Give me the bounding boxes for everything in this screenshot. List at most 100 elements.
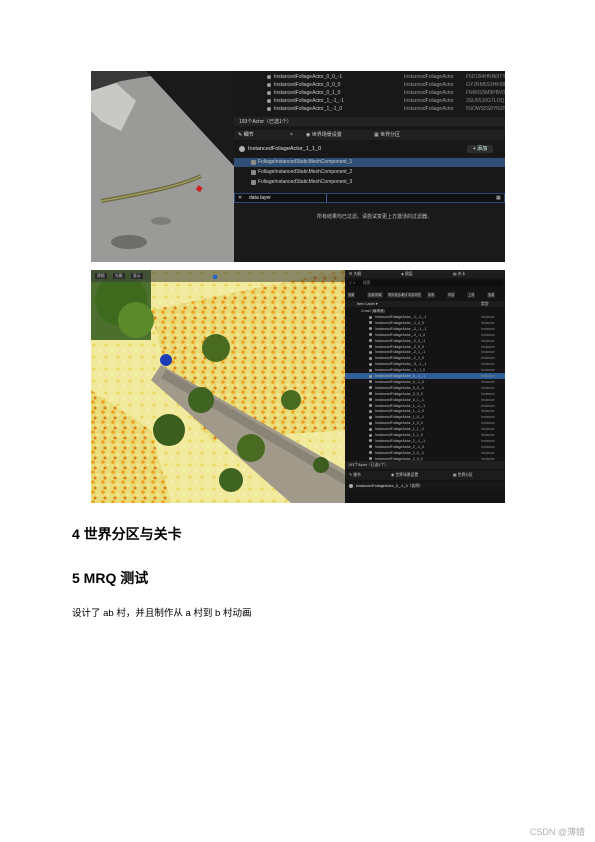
actor-icon bbox=[369, 345, 372, 348]
mesh-component-icon bbox=[251, 160, 256, 165]
transform-tool-icon[interactable] bbox=[213, 275, 217, 279]
search-bar[interactable]: ✕ data layer ▦ bbox=[234, 193, 505, 203]
tab-layers-label: 图层 bbox=[404, 272, 413, 276]
text-cursor bbox=[326, 194, 327, 202]
search-input[interactable]: data layer bbox=[249, 194, 271, 202]
outliner-search[interactable]: ▽ ⌕ 搜索 bbox=[347, 280, 503, 286]
actor-icon bbox=[369, 339, 372, 343]
actor-icon bbox=[369, 398, 372, 402]
actor-icon bbox=[369, 457, 372, 461]
tab-world-settings[interactable]: ◉ 世界场景设置 bbox=[306, 131, 342, 139]
outliner-row[interactable]: InstancedFoliageActor_0_0_0 InstancedFoli… bbox=[234, 81, 505, 89]
actor-icon bbox=[369, 362, 372, 366]
actor-icon bbox=[267, 91, 271, 95]
tab-levels[interactable]: ▤ 关卡 bbox=[453, 271, 465, 277]
bottom-tab-bar: ✎ 细节 ◉ 世界场景设置 ▦ 世界分区 bbox=[345, 471, 505, 480]
selected-actor-row[interactable]: InstancedFoliageActor_0_-1_0（实例） bbox=[345, 482, 505, 491]
actor-icon bbox=[369, 451, 372, 455]
actor-icon bbox=[369, 445, 372, 449]
actor-icon bbox=[369, 415, 372, 419]
actor-icon bbox=[369, 439, 372, 443]
row-id: F5D1B4HNN6ITYI bbox=[466, 74, 505, 80]
actor-icon bbox=[369, 315, 372, 319]
actor-icon bbox=[369, 409, 372, 413]
row-name: InstancedFoliageActor_1_-1_0 bbox=[274, 106, 343, 112]
tab-outliner[interactable]: ☰ 大纲 bbox=[349, 271, 361, 277]
grid-view-icon[interactable]: ▦ bbox=[496, 194, 501, 202]
component-row[interactable]: FoliageInstancedStaticMeshComponent_3 bbox=[234, 178, 505, 187]
actor-count-bar: 193个Actor（已选1个） bbox=[345, 461, 505, 469]
filter-chip[interactable]: 工具 bbox=[467, 292, 476, 298]
outliner-details-panel: InstancedFoliageActor_0_0_-1 InstancedFol… bbox=[234, 71, 505, 262]
tab-details[interactable]: ✎ 细节 bbox=[349, 472, 361, 478]
tab-outliner-label: 大纲 bbox=[353, 272, 362, 276]
row-name: InstancedFoliageActor_0_1_0 bbox=[274, 90, 341, 96]
add-component-button[interactable]: + 添加 bbox=[467, 145, 493, 153]
filter-chip[interactable]: 内容浏览 bbox=[407, 292, 422, 298]
filter-icon[interactable]: ▽ ⌕ bbox=[349, 280, 355, 286]
tab-world-partition-label: 世界分区 bbox=[380, 132, 401, 138]
foliage-scene-image bbox=[91, 270, 345, 503]
actor-icon bbox=[369, 368, 372, 372]
viewport-toolbar-button[interactable]: 光照 bbox=[113, 273, 125, 279]
component-row[interactable]: FoliageInstancedStaticMeshComponent_1 bbox=[234, 158, 505, 167]
screenshot-foliage-scene: 透视 光照 显示 ☰ 大纲 ◈ 图层 ▤ 关卡 ▽ ⌕ 搜索 设置 加载/卸载 同步激活… bbox=[91, 270, 505, 503]
search-placeholder: 搜索 bbox=[363, 281, 371, 285]
filter-chip[interactable]: 同步激活/取消 bbox=[387, 292, 410, 298]
actor-icon bbox=[267, 83, 271, 87]
section-heading-5: 5 MRQ 测试 bbox=[72, 570, 149, 586]
actor-icon bbox=[369, 356, 372, 360]
row-type: InstancedFoliageActor bbox=[404, 90, 454, 96]
filter-chip[interactable]: 实例 bbox=[427, 292, 436, 298]
row-name: InstancedFoliageActor_0_0_0 bbox=[274, 82, 341, 88]
filter-chip[interactable]: 内容 bbox=[447, 292, 456, 298]
row-type: InstancedFoliageActor bbox=[404, 74, 454, 80]
clear-search-icon[interactable]: ✕ bbox=[238, 194, 242, 202]
tab-world-partition-label: 世界分区 bbox=[457, 473, 473, 477]
actor-icon bbox=[349, 484, 353, 488]
item-label-header[interactable]: Item Label ▾ bbox=[357, 301, 378, 307]
actor-icon bbox=[369, 333, 372, 337]
selected-actor-name: InstancedFoliageActor_0_-1_0（实例） bbox=[356, 484, 423, 488]
tab-world-settings[interactable]: ◉ 世界场景设置 bbox=[391, 472, 418, 478]
tab-layers[interactable]: ◈ 图层 bbox=[401, 271, 413, 277]
actor-icon bbox=[239, 146, 245, 152]
actor-icon bbox=[369, 433, 372, 437]
actor-icon bbox=[369, 350, 372, 354]
close-tab-icon[interactable]: × bbox=[290, 131, 293, 139]
viewport-toolbar-button[interactable]: 显示 bbox=[131, 273, 143, 279]
outliner-row[interactable]: InstancedFoliageActor_0_0_-1 InstancedFol… bbox=[234, 73, 505, 81]
outliner-row[interactable]: InstancedFoliageActor_0_1_0 InstancedFoli… bbox=[234, 89, 505, 97]
row-id: GY2RM5S3HK6B bbox=[466, 82, 505, 88]
component-row[interactable]: FoliageInstancedStaticMeshComponent_2 bbox=[234, 168, 505, 177]
actor-icon bbox=[369, 404, 372, 407]
selected-actor-name: InstancedFoliageActor_1_1_0 bbox=[248, 146, 322, 152]
filter-chip[interactable]: 加载 bbox=[487, 292, 496, 298]
outliner-row[interactable]: InstancedFoliageActor_1_-1_0 InstancedFol… bbox=[234, 105, 505, 113]
watermark: CSDN @薄婧 bbox=[529, 827, 585, 837]
tab-details[interactable]: ✎ 细节 bbox=[238, 131, 254, 139]
actor-icon bbox=[369, 327, 372, 331]
viewport-toolbar-button[interactable]: 透视 bbox=[95, 273, 107, 279]
row-name: InstancedFoliageActor_0_0_-1 bbox=[274, 74, 343, 80]
outliner-row[interactable]: InstancedFoliageActor_1_-1_-1 InstancedFo… bbox=[234, 97, 505, 105]
row-type: InstancedFoliageActor bbox=[404, 98, 454, 104]
tab-world-settings-label: 世界场景设置 bbox=[311, 132, 342, 138]
column-header: Item Label ▾ 类型 bbox=[345, 301, 505, 307]
row-type: InstancedFoliageActor bbox=[404, 106, 454, 112]
section-heading-4: 4 世界分区与关卡 bbox=[72, 526, 182, 542]
filter-chip[interactable]: 设置 bbox=[347, 292, 356, 298]
panel-tab-bar: ☰ 大纲 ◈ 图层 ▤ 关卡 bbox=[345, 270, 505, 278]
mesh-component-icon bbox=[251, 170, 256, 175]
row-name: InstancedFoliageActor_1_-1_-1 bbox=[274, 98, 344, 104]
details-empty-area: 所有结果均已过滤。请尝试变更上方激活的过滤器。 bbox=[234, 203, 505, 262]
row-id: 3SU0SJ0G7LOQ bbox=[466, 98, 505, 104]
type-header[interactable]: 类型 bbox=[481, 301, 489, 307]
actor-icon bbox=[369, 380, 372, 384]
component-name: FoliageInstancedStaticMeshComponent_1 bbox=[258, 159, 353, 165]
tab-world-partition[interactable]: ▦ 世界分区 bbox=[374, 131, 400, 139]
filter-chip[interactable]: 加载/卸载 bbox=[367, 292, 383, 298]
actor-icon bbox=[267, 75, 271, 79]
tab-world-partition[interactable]: ▦ 世界分区 bbox=[453, 472, 473, 478]
actor-count: 193个Actor（已选1个） bbox=[239, 119, 292, 125]
